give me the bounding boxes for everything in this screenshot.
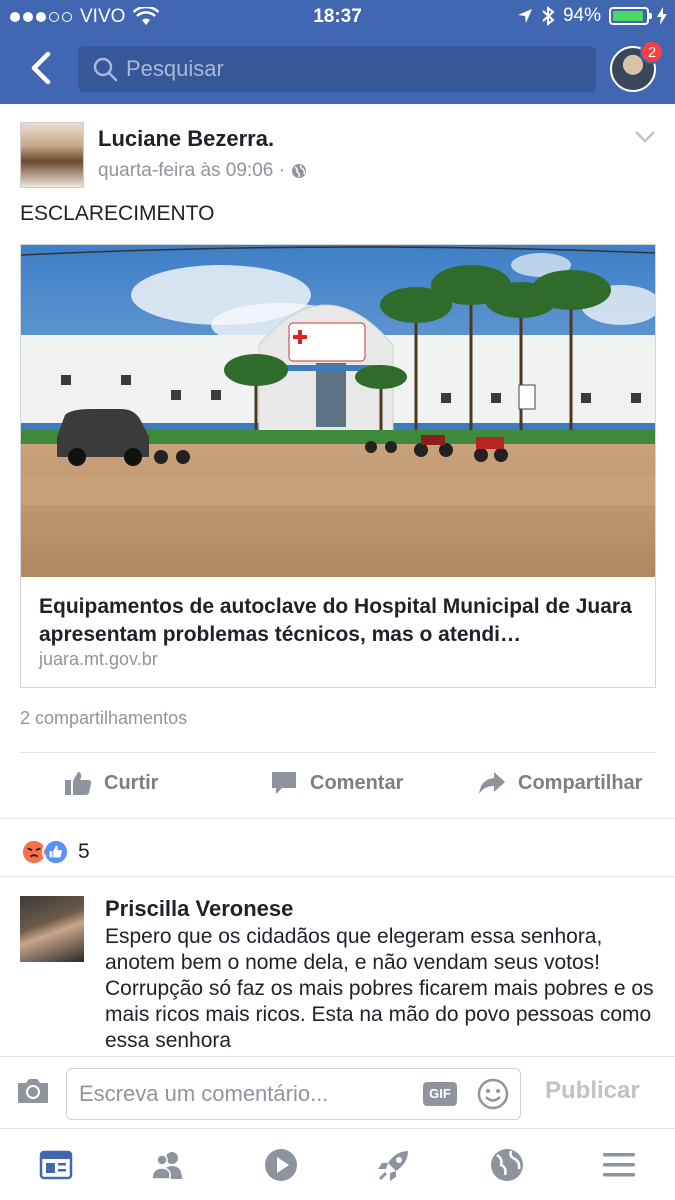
divider	[0, 818, 675, 819]
search-bar[interactable]: Pesquisar	[78, 46, 596, 92]
like-reaction-icon	[42, 838, 70, 866]
comment-composer: Escreva um comentário... GIF Publicar	[0, 1056, 675, 1128]
comment-input[interactable]: Escreva um comentário... GIF	[66, 1068, 521, 1120]
comment-button[interactable]: Comentar	[270, 770, 403, 796]
location-icon	[517, 9, 532, 23]
sticker-icon[interactable]	[477, 1078, 509, 1110]
share-label: Compartilhar	[518, 771, 643, 794]
commenter-avatar[interactable]	[20, 896, 84, 962]
share-arrow-icon	[479, 772, 505, 794]
share-button[interactable]: Compartilhar	[478, 770, 642, 796]
like-label: Curtir	[104, 771, 159, 794]
post-timestamp[interactable]: quarta-feira às 09:06 ·	[98, 160, 285, 182]
notification-badge: 2	[640, 40, 664, 64]
share-count[interactable]: 2 compartilhamentos	[20, 708, 187, 729]
bluetooth-icon	[542, 6, 555, 26]
battery-percent: 94%	[562, 5, 601, 26]
comment-icon	[272, 772, 296, 794]
publish-button[interactable]: Publicar	[545, 1077, 640, 1105]
divider	[0, 876, 675, 877]
comment-placeholder: Escreva um comentário...	[79, 1081, 329, 1106]
globe-icon	[291, 164, 306, 178]
tab-bar	[0, 1128, 675, 1200]
like-button[interactable]: Curtir	[64, 770, 158, 796]
post-meta: quarta-feira às 09:06 ·	[98, 160, 307, 182]
search-placeholder: Pesquisar	[126, 56, 224, 81]
chevron-down-icon[interactable]	[634, 130, 656, 144]
rocket-icon[interactable]	[376, 1147, 412, 1183]
globe-notifications-icon[interactable]	[489, 1147, 525, 1183]
link-title: Equipamentos de autoclave do Hospital Mu…	[39, 595, 632, 646]
battery-icon	[609, 7, 652, 25]
comment-label: Comentar	[310, 771, 404, 794]
thumbs-up-icon	[65, 772, 92, 795]
reaction-count: 5	[78, 840, 90, 863]
status-bar: VIVO 18:37 94%	[0, 0, 675, 34]
reactions-summary[interactable]: 5	[20, 838, 90, 866]
friends-icon[interactable]	[150, 1147, 186, 1183]
link-preview[interactable]: Equipamentos de autoclave do Hospital Mu…	[20, 244, 656, 688]
charging-icon	[657, 7, 667, 25]
comment-text: Espero que os cidadãos que elegeram essa…	[105, 925, 654, 1052]
top-header: VIVO 18:37 94% Pesquisar 2	[0, 0, 675, 104]
gif-button[interactable]: GIF	[423, 1082, 457, 1106]
news-feed-icon[interactable]	[38, 1147, 74, 1183]
link-domain: juara.mt.gov.br	[39, 649, 158, 669]
back-icon[interactable]	[22, 46, 62, 90]
post-text: ESCLARECIMENTO	[20, 202, 215, 225]
camera-icon[interactable]	[16, 1077, 50, 1105]
watch-play-icon[interactable]	[263, 1147, 299, 1183]
commenter-name[interactable]: Priscilla Veronese	[105, 896, 293, 922]
author-name[interactable]: Luciane Bezerra.	[98, 126, 274, 152]
search-icon	[93, 57, 118, 82]
menu-icon[interactable]	[601, 1147, 637, 1183]
navigation-bar: Pesquisar 2	[0, 34, 675, 104]
divider	[20, 752, 656, 753]
post-card: Luciane Bezerra. quarta-feira às 09:06 ·…	[0, 104, 675, 1056]
author-avatar[interactable]	[20, 122, 84, 188]
link-image	[21, 245, 655, 577]
